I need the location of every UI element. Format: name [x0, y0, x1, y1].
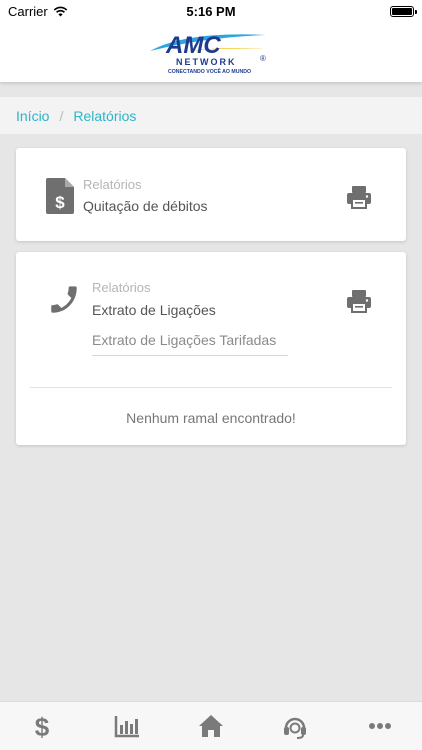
tab-home[interactable] [191, 706, 231, 746]
breadcrumb: Início / Relatórios [0, 97, 422, 134]
card-title: Extrato de Ligações [92, 302, 216, 318]
report-card-debt-clearance: $ Relatórios Quitação de débitos [16, 148, 406, 241]
svg-text:NETWORK: NETWORK [176, 57, 237, 67]
dollar-document-icon: $ [46, 178, 74, 214]
more-icon [368, 723, 391, 729]
svg-text:AMC: AMC [165, 32, 221, 59]
report-type-select[interactable]: Extrato de Ligações Tarifadas [92, 326, 288, 356]
breadcrumb-current[interactable]: Relatórios [73, 108, 136, 124]
dollar-icon: $ [35, 713, 50, 739]
report-card-call-statement: Relatórios Extrato de Ligações Extrato d… [16, 252, 406, 445]
home-icon [198, 715, 223, 737]
breadcrumb-home-link[interactable]: Início [16, 108, 49, 124]
svg-text:CONECTANDO VOCÊ AO MUNDO: CONECTANDO VOCÊ AO MUNDO [168, 67, 251, 75]
app-header: AMC NETWORK ® CONECTANDO VOCÊ AO MUNDO [0, 22, 422, 82]
battery-icon [390, 5, 417, 17]
svg-text:$: $ [35, 713, 50, 739]
card-subtitle: Relatórios [92, 280, 151, 295]
tab-reports[interactable] [107, 706, 147, 746]
bottom-tab-bar: $ [0, 701, 422, 750]
print-icon[interactable] [347, 289, 371, 313]
svg-text:$: $ [55, 193, 65, 212]
print-icon[interactable] [347, 185, 371, 209]
status-left: Carrier [8, 4, 68, 19]
tab-more[interactable] [360, 706, 400, 746]
phone-icon [51, 286, 77, 313]
status-bar: Carrier 5:16 PM [0, 0, 422, 22]
divider [30, 387, 392, 388]
card-title: Quitação de débitos [83, 198, 208, 214]
amc-network-logo: AMC NETWORK ® CONECTANDO VOCÊ AO MUNDO [150, 32, 266, 75]
headset-icon [284, 717, 307, 739]
bar-chart-icon [114, 716, 139, 738]
carrier-label: Carrier [8, 3, 48, 19]
breadcrumb-separator: / [59, 107, 64, 124]
svg-text:®: ® [260, 54, 266, 63]
tab-finance[interactable]: $ [22, 706, 62, 746]
wifi-icon [53, 6, 68, 16]
card-subtitle: Relatórios [83, 177, 142, 192]
tab-support[interactable] [275, 706, 315, 746]
empty-state-message: Nenhum ramal encontrado! [126, 410, 296, 426]
